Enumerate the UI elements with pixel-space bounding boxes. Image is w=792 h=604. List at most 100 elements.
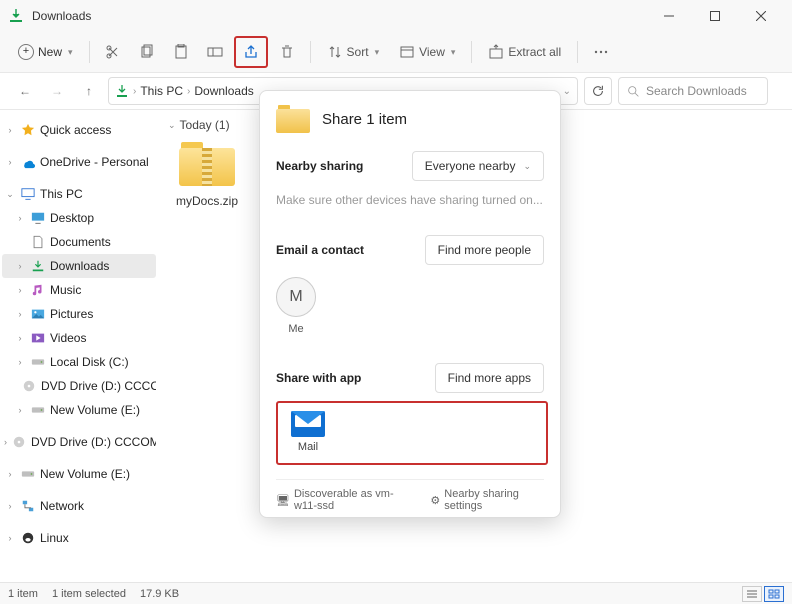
expander-icon[interactable]: › [4,157,16,167]
expander-icon[interactable]: › [14,309,26,319]
sidebar-item-label: Downloads [50,259,109,273]
mail-app-tile[interactable]: Mail [286,411,330,453]
sidebar-item-label: Desktop [50,211,94,225]
expander-icon[interactable]: › [4,501,16,511]
sidebar-item[interactable]: · DVD Drive (D:) CCCOMA_X [2,374,156,398]
chevron-down-icon: ▾ [375,47,380,58]
view-label: View [419,45,445,59]
nav-forward-button[interactable]: → [44,78,70,104]
share-button[interactable] [237,39,265,65]
minimize-button[interactable] [646,0,692,32]
expander-icon[interactable]: › [14,285,26,295]
chevron-down-icon: ▾ [451,47,456,58]
paste-button[interactable] [166,37,196,67]
expander-icon[interactable]: › [4,125,16,135]
search-placeholder: Search Downloads [646,84,747,98]
sidebar-item-label: Quick access [40,123,111,137]
close-button[interactable] [738,0,784,32]
details-view-button[interactable] [742,586,762,602]
disk-icon [30,354,46,370]
zip-folder-icon [175,138,239,190]
copy-button[interactable] [132,37,162,67]
disk-icon [20,466,36,482]
expander-icon[interactable]: › [14,213,26,223]
star-icon [20,122,36,138]
sidebar-item[interactable]: › Quick access [2,118,156,142]
file-item[interactable]: myDocs.zip [168,138,246,208]
sidebar-item[interactable]: ›New Volume (E:) [2,398,156,422]
find-more-people-button[interactable]: Find more people [425,235,544,265]
nav-up-button[interactable]: ↑ [76,78,102,104]
expander-icon[interactable]: › [14,261,26,271]
sidebar-item-label: This PC [40,187,83,201]
sidebar-item[interactable]: ›Music [2,278,156,302]
expander-icon[interactable]: ⌄ [4,189,16,200]
onedrive-icon [20,154,36,170]
sidebar-item[interactable]: › Local Disk (C:) [2,350,156,374]
nearby-option-dropdown[interactable]: Everyone nearby ⌄ [412,151,544,181]
sidebar-item-label: DVD Drive (D:) CCCOMA_X6 [31,435,156,449]
sidebar-item[interactable]: › Downloads [2,254,156,278]
icons-view-button[interactable] [764,586,784,602]
status-bar: 1 item 1 item selected 17.9 KB [0,582,792,604]
share-title: Share 1 item [322,111,407,128]
expander-icon[interactable]: › [14,357,26,367]
search-input[interactable]: Search Downloads [618,77,768,105]
extract-all-button[interactable]: Extract all [480,37,569,67]
sidebar-item[interactable]: ›New Volume (E:) [2,462,156,486]
status-selection: 1 item selected [52,588,126,600]
expander-icon[interactable]: › [4,533,16,543]
sidebar-item[interactable]: ·Documents [2,230,156,254]
sidebar-item-label: Local Disk (C:) [50,355,129,369]
sidebar-item[interactable]: ›OneDrive - Personal [2,150,156,174]
expander-icon[interactable]: › [14,405,26,415]
sidebar-item[interactable]: ›Linux [2,526,156,550]
linux-icon [20,530,36,546]
navigation-sidebar: › Quick access ›OneDrive - Personal ⌄ This P… [0,110,158,582]
breadcrumb-segment[interactable]: Downloads [194,84,253,98]
nearby-settings-link[interactable]: ⚙ Nearby sharing settings [430,488,544,512]
nav-back-button[interactable]: ← [12,78,38,104]
file-name: myDocs.zip [168,194,246,208]
view-icon [399,44,415,60]
sidebar-item-label: DVD Drive (D:) CCCOMA_X [41,379,156,393]
discoverable-link[interactable]: 🖥 Discoverable as vm-w11-ssd [276,488,414,512]
expander-icon: · [14,381,17,391]
desktop-icon [30,210,46,226]
extract-label: Extract all [508,45,561,59]
sidebar-item[interactable]: ⌄ This PC [2,182,156,206]
downloads-app-icon [8,8,24,24]
more-button[interactable] [586,37,616,67]
breadcrumb-segment[interactable]: This PC [140,84,183,98]
find-more-apps-button[interactable]: Find more apps [435,363,544,393]
sidebar-item[interactable]: › Network [2,494,156,518]
chevron-down-icon: ⌄ [168,120,176,131]
share-button-highlight [234,36,268,68]
cut-button[interactable] [98,37,128,67]
sidebar-item[interactable]: › Desktop [2,206,156,230]
refresh-button[interactable] [584,77,612,105]
expander-icon[interactable]: › [14,333,26,343]
chevron-down-icon: ▾ [68,47,73,58]
maximize-button[interactable] [692,0,738,32]
disk-icon [30,402,46,418]
new-label: New [38,45,62,59]
sidebar-item-label: Documents [50,235,111,249]
sidebar-item[interactable]: ›Pictures [2,302,156,326]
expander-icon[interactable]: › [4,469,16,479]
sort-button[interactable]: Sort ▾ [319,37,388,67]
network-icon [20,498,36,514]
view-button[interactable]: View ▾ [391,37,463,67]
sidebar-item-label: Network [40,499,84,513]
monitor-icon: 🖥 [276,494,290,507]
rename-button[interactable] [200,37,230,67]
sidebar-item[interactable]: ›Videos [2,326,156,350]
delete-button[interactable] [272,37,302,67]
dvd-icon [21,378,37,394]
chevron-down-icon[interactable]: ⌄ [563,86,571,97]
contact-tile[interactable]: M Me [276,277,544,335]
downloads-icon [30,258,46,274]
sidebar-item[interactable]: › DVD Drive (D:) CCCOMA_X6 [2,430,156,454]
expander-icon[interactable]: › [4,437,7,447]
new-button[interactable]: + New ▾ [10,37,81,67]
